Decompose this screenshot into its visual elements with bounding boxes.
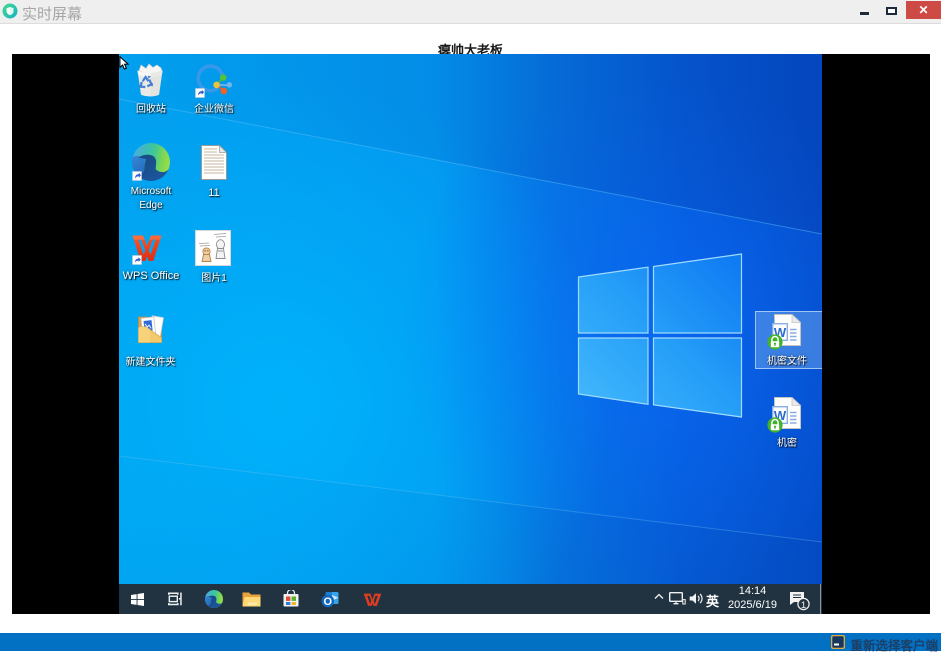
svg-text:1: 1 <box>801 600 806 611</box>
svg-text:O: O <box>324 596 333 608</box>
